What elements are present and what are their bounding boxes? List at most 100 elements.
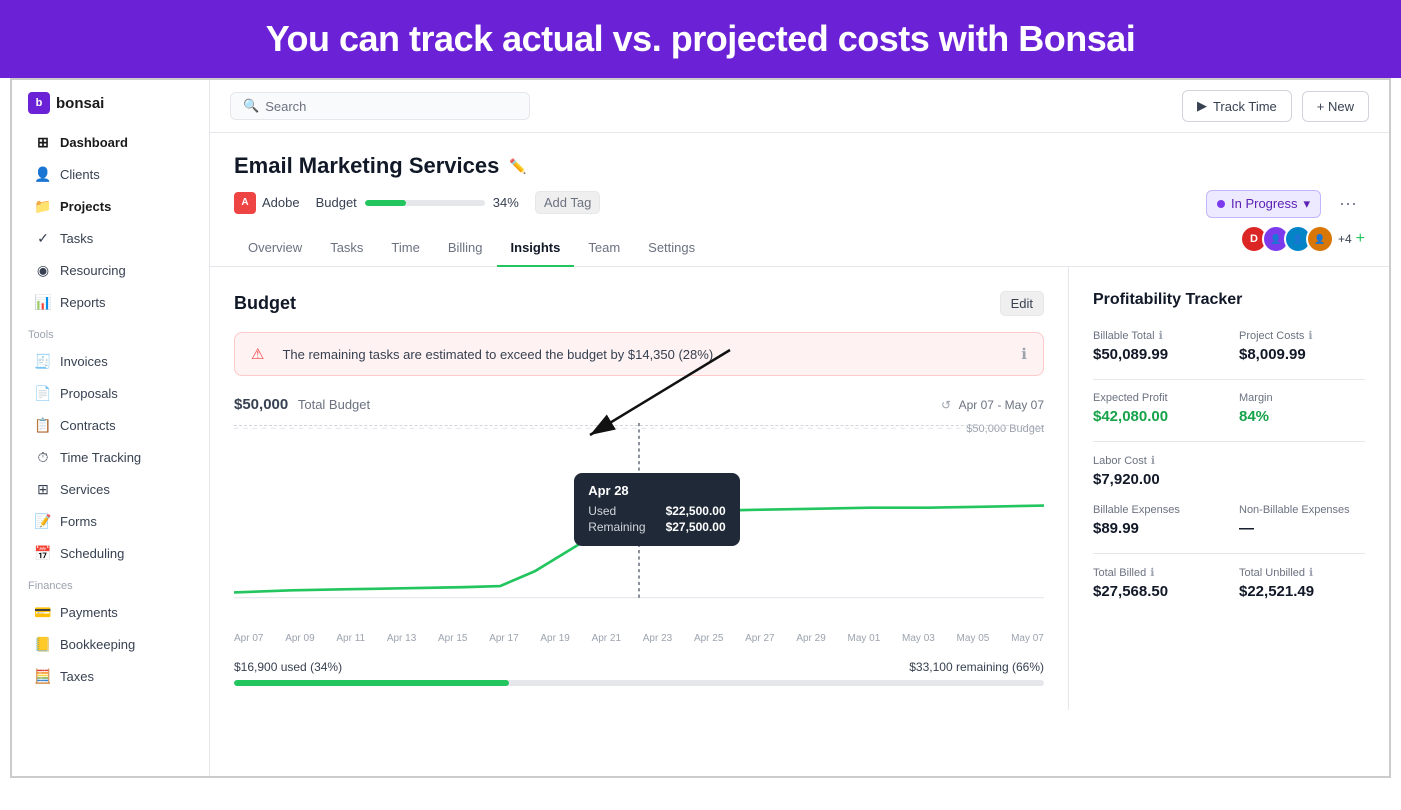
- info-icon-total-unbilled: ℹ: [1309, 566, 1313, 579]
- x-label-10: Apr 27: [745, 633, 774, 644]
- avatar-group: D 👤 👤 👤 +4 +: [1240, 225, 1365, 253]
- profit-label-expected-profit: Expected Profit: [1093, 392, 1219, 404]
- profit-label-margin: Margin: [1239, 392, 1365, 404]
- tab-overview[interactable]: Overview: [234, 230, 316, 267]
- sidebar-item-tasks[interactable]: ✓ Tasks: [18, 223, 203, 254]
- sidebar-item-scheduling[interactable]: 📅 Scheduling: [18, 538, 203, 569]
- sidebar-item-reports[interactable]: 📊 Reports: [18, 287, 203, 318]
- alert-info-icon[interactable]: ℹ: [1021, 345, 1027, 363]
- track-time-button[interactable]: ▶ Track Time: [1182, 90, 1292, 122]
- info-icon-labor: ℹ: [1151, 454, 1155, 467]
- sidebar-item-projects[interactable]: 📁 Projects: [18, 191, 203, 222]
- resourcing-icon: ◉: [34, 262, 52, 279]
- search-icon: 🔍: [243, 98, 259, 114]
- sidebar-item-label: Payments: [60, 605, 118, 620]
- x-label-1: Apr 09: [285, 633, 314, 644]
- forms-icon: 📝: [34, 513, 52, 530]
- new-button[interactable]: + New: [1302, 91, 1369, 122]
- sidebar: b bonsai ⊞ Dashboard 👤 Clients 📁 Project…: [12, 80, 210, 776]
- budget-total-label: Total Budget: [298, 397, 370, 412]
- budget-section-title: Budget: [234, 293, 296, 314]
- budget-stats: $50,000 Total Budget ↺ Apr 07 - May 07: [234, 396, 1044, 413]
- sidebar-item-label: Taxes: [60, 669, 94, 684]
- profit-value-billable-expenses: $89.99: [1093, 520, 1219, 537]
- search-bar[interactable]: 🔍 Search: [230, 92, 530, 120]
- profit-value-expected-profit: $42,080.00: [1093, 408, 1219, 425]
- profit-value-total-unbilled: $22,521.49: [1239, 583, 1365, 600]
- tooltip-date: Apr 28: [588, 483, 725, 498]
- sidebar-item-payments[interactable]: 💳 Payments: [18, 597, 203, 628]
- tab-insights[interactable]: Insights: [497, 230, 575, 267]
- more-options-button[interactable]: ···: [1331, 189, 1365, 218]
- x-label-2: Apr 11: [336, 633, 365, 644]
- profit-item-total-billed: Total Billed ℹ $27,568.50: [1093, 566, 1219, 600]
- tooltip-remaining-label: Remaining: [588, 520, 645, 534]
- projects-icon: 📁: [34, 198, 52, 215]
- sidebar-item-clients[interactable]: 👤 Clients: [18, 159, 203, 190]
- project-header: Email Marketing Services ✏️ A Adobe Budg…: [210, 133, 1389, 214]
- x-label-0: Apr 07: [234, 633, 263, 644]
- budget-progress-fill: [234, 680, 509, 686]
- sidebar-item-label: Time Tracking: [60, 450, 141, 465]
- status-label: In Progress: [1231, 196, 1297, 211]
- budget-edit-button[interactable]: Edit: [1000, 291, 1044, 316]
- sidebar-item-resourcing[interactable]: ◉ Resourcing: [18, 255, 203, 286]
- budget-remaining-label: $33,100 remaining (66%): [909, 660, 1044, 674]
- x-label-13: May 03: [902, 633, 935, 644]
- client-tag: A Adobe: [234, 192, 300, 214]
- x-label-8: Apr 23: [643, 633, 672, 644]
- sidebar-item-taxes[interactable]: 🧮 Taxes: [18, 661, 203, 692]
- budget-section-header: Budget Edit: [234, 291, 1044, 316]
- main-content: 🔍 Search ▶ Track Time + New Email Market…: [210, 80, 1389, 776]
- sidebar-item-bookkeeping[interactable]: 📒 Bookkeeping: [18, 629, 203, 660]
- tab-tasks[interactable]: Tasks: [316, 230, 377, 267]
- sidebar-item-label: Forms: [60, 514, 97, 529]
- project-header-right: In Progress ▾ ···: [1206, 189, 1365, 218]
- project-tabs: Overview Tasks Time Billing Insights Tea…: [210, 230, 1389, 267]
- content-area: Budget Edit ⚠ The remaining tasks are es…: [210, 267, 1389, 710]
- sidebar-item-contracts[interactable]: 📋 Contracts: [18, 410, 203, 441]
- x-label-3: Apr 13: [387, 633, 416, 644]
- budget-total-value: $50,000: [234, 396, 288, 413]
- status-chevron-icon: ▾: [1303, 196, 1310, 212]
- avatar-add-button[interactable]: +: [1356, 230, 1365, 248]
- project-title-row: Email Marketing Services ✏️: [234, 153, 1365, 179]
- tab-team[interactable]: Team: [574, 230, 634, 267]
- project-meta: A Adobe Budget 34% Add Tag: [234, 191, 1365, 214]
- payments-icon: 💳: [34, 604, 52, 621]
- tab-billing[interactable]: Billing: [434, 230, 497, 267]
- promo-banner: You can track actual vs. projected costs…: [0, 0, 1401, 78]
- search-placeholder: Search: [265, 99, 306, 114]
- x-axis-labels: Apr 07 Apr 09 Apr 11 Apr 13 Apr 15 Apr 1…: [234, 633, 1044, 644]
- alert-warning-icon: ⚠: [251, 345, 264, 363]
- scheduling-icon: 📅: [34, 545, 52, 562]
- profit-value-project-costs: $8,009.99: [1239, 346, 1365, 363]
- budget-meta: Budget 34%: [316, 195, 519, 210]
- sidebar-item-dashboard[interactable]: ⊞ Dashboard: [18, 127, 203, 158]
- profit-value-margin: 84%: [1239, 408, 1365, 425]
- time-tracking-icon: ⏱: [34, 449, 52, 466]
- profit-value-non-billable-expenses: —: [1239, 520, 1365, 537]
- sidebar-item-invoices[interactable]: 🧾 Invoices: [18, 346, 203, 377]
- profit-label-total-billed: Total Billed ℹ: [1093, 566, 1219, 579]
- tab-settings[interactable]: Settings: [634, 230, 709, 267]
- sidebar-item-proposals[interactable]: 📄 Proposals: [18, 378, 203, 409]
- add-tag-button[interactable]: Add Tag: [535, 191, 600, 214]
- bookkeeping-icon: 📒: [34, 636, 52, 653]
- budget-bar-fill: [365, 200, 406, 206]
- budget-total-block: $50,000 Total Budget: [234, 396, 370, 413]
- edit-title-icon[interactable]: ✏️: [509, 158, 526, 175]
- status-badge[interactable]: In Progress ▾: [1206, 190, 1321, 218]
- proposals-icon: 📄: [34, 385, 52, 402]
- tab-time[interactable]: Time: [377, 230, 433, 267]
- sidebar-item-forms[interactable]: 📝 Forms: [18, 506, 203, 537]
- info-icon-billable: ℹ: [1159, 329, 1163, 342]
- sidebar-item-time-tracking[interactable]: ⏱ Time Tracking: [18, 442, 203, 473]
- profit-grid-2: Expected Profit $42,080.00 Margin 84%: [1093, 392, 1365, 425]
- budget-date-range: ↺ Apr 07 - May 07: [941, 397, 1044, 412]
- profit-item-margin: Margin 84%: [1239, 392, 1365, 425]
- profit-divider-2: [1093, 441, 1365, 442]
- profit-item-labor-cost: Labor Cost ℹ $7,920.00: [1093, 454, 1365, 488]
- sidebar-item-services[interactable]: ⊞ Services: [18, 474, 203, 505]
- finances-section-label: Finances: [12, 570, 209, 596]
